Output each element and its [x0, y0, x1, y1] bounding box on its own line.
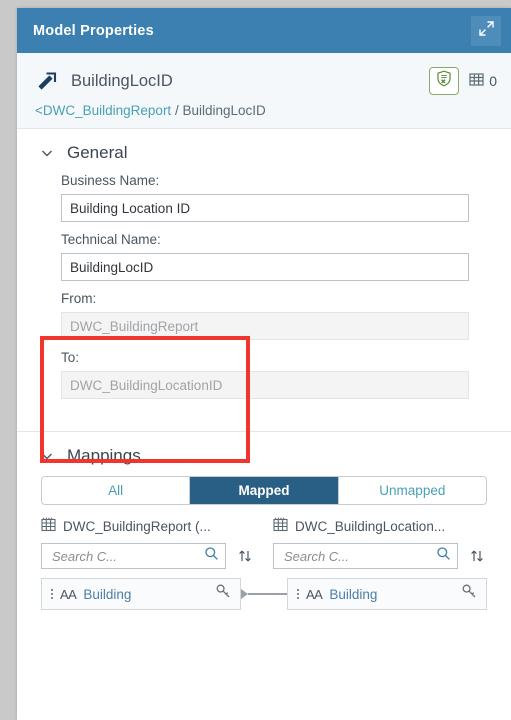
text-type-icon: AA [60, 586, 77, 602]
mappings-section-title: Mappings [67, 446, 141, 465]
target-entity-header: DWC_BuildingLocation... [273, 517, 487, 535]
target-search-input[interactable] [282, 547, 436, 565]
chevron-down-icon [39, 145, 55, 161]
mappings-section-header[interactable]: Mappings [17, 446, 511, 466]
mapping-columns: DWC_BuildingReport (... Search C... DWC_… [41, 517, 487, 569]
association-arrow-icon [35, 68, 61, 94]
target-search-row [273, 543, 487, 569]
app-root: Model Properties BuildingLocID 0 <DWC_Bu… [0, 0, 511, 720]
model-properties-panel: Model Properties BuildingLocID 0 <DWC_Bu… [17, 8, 511, 720]
expand-button[interactable] [471, 15, 501, 46]
filter-all-button[interactable]: All [42, 477, 191, 504]
table-icon [469, 72, 484, 90]
target-entity-name: DWC_BuildingLocation... [295, 518, 446, 534]
text-type-icon: AA [306, 586, 323, 602]
mapping-target-column: DWC_BuildingLocation... [273, 517, 487, 569]
field-technical-name: Technical Name: [61, 232, 469, 281]
mappings-filter-segmented: All Mapped Unmapped [41, 476, 487, 505]
field-from: From: [61, 291, 469, 340]
validation-button[interactable] [429, 67, 460, 95]
breadcrumb-parent-link[interactable]: <DWC_BuildingReport [35, 103, 171, 118]
search-icon[interactable] [436, 546, 451, 566]
key-icon[interactable] [461, 583, 478, 605]
records-count: 0 [489, 73, 497, 89]
drag-handle-icon[interactable] [293, 585, 303, 603]
field-label-to: To: [61, 350, 80, 365]
technical-name-input[interactable] [61, 253, 469, 281]
source-sort-button[interactable] [235, 545, 255, 567]
source-mapping-item[interactable]: AA Building [41, 578, 241, 610]
to-input [61, 371, 469, 399]
panel-title: Model Properties [33, 22, 154, 39]
chevron-down-icon [39, 448, 55, 464]
mapping-link-line [241, 578, 287, 610]
object-header-row: BuildingLocID 0 [35, 67, 497, 95]
expand-icon [478, 20, 495, 42]
target-mapping-item[interactable]: AA Building [287, 578, 487, 610]
source-entity-name: DWC_BuildingReport (... [63, 518, 211, 534]
mapping-source-column: DWC_BuildingReport (... [41, 517, 255, 569]
target-search-box[interactable] [273, 543, 458, 569]
general-section-body: Business Name: Technical Name: From: To: [17, 173, 511, 431]
source-search-input[interactable] [50, 547, 204, 565]
mapping-row-pair: AA Building AA Building [41, 578, 487, 610]
mappings-section: Mappings All Mapped Unmapped DWC_Buildin… [17, 432, 511, 610]
search-icon[interactable] [204, 546, 219, 566]
source-entity-header: DWC_BuildingReport (... [41, 517, 255, 535]
breadcrumb: <DWC_BuildingReport / BuildingLocID [35, 103, 497, 118]
source-mapping-label: Building [83, 586, 132, 602]
table-icon [41, 517, 56, 535]
key-icon[interactable] [215, 583, 232, 605]
mapping-link-arrow [241, 589, 248, 599]
field-label-technical-name: Technical Name: [61, 232, 161, 247]
from-input [61, 312, 469, 340]
filter-mapped-button[interactable]: Mapped [190, 477, 339, 504]
mappings-section-body: All Mapped Unmapped DWC_BuildingReport (… [17, 476, 511, 610]
filter-unmapped-button[interactable]: Unmapped [338, 477, 486, 504]
object-header: BuildingLocID 0 <DWC_BuildingReport / Bu… [17, 53, 511, 129]
records-count-group: 0 [469, 72, 497, 90]
general-section: General Business Name: Technical Name: F… [17, 129, 511, 432]
field-label-from: From: [61, 291, 97, 306]
object-title: BuildingLocID [71, 71, 173, 90]
mapping-link-stroke [248, 593, 287, 595]
field-business-name: Business Name: [61, 173, 469, 222]
general-section-title: General [67, 143, 128, 162]
source-search-box[interactable] [41, 543, 226, 569]
source-search-row [41, 543, 255, 569]
drag-handle-icon[interactable] [47, 585, 57, 603]
panel-titlebar: Model Properties [17, 8, 511, 53]
field-label-business-name: Business Name: [61, 173, 160, 188]
target-mapping-label: Building [329, 586, 378, 602]
general-section-header[interactable]: General [17, 143, 511, 163]
breadcrumb-separator: / [174, 103, 179, 118]
field-to: To: [61, 350, 469, 399]
business-name-input[interactable] [61, 194, 469, 222]
object-header-actions: 0 [429, 67, 497, 95]
shield-check-icon [436, 70, 452, 92]
breadcrumb-current: BuildingLocID [182, 103, 266, 118]
target-sort-button[interactable] [467, 545, 487, 567]
table-icon [273, 517, 288, 535]
